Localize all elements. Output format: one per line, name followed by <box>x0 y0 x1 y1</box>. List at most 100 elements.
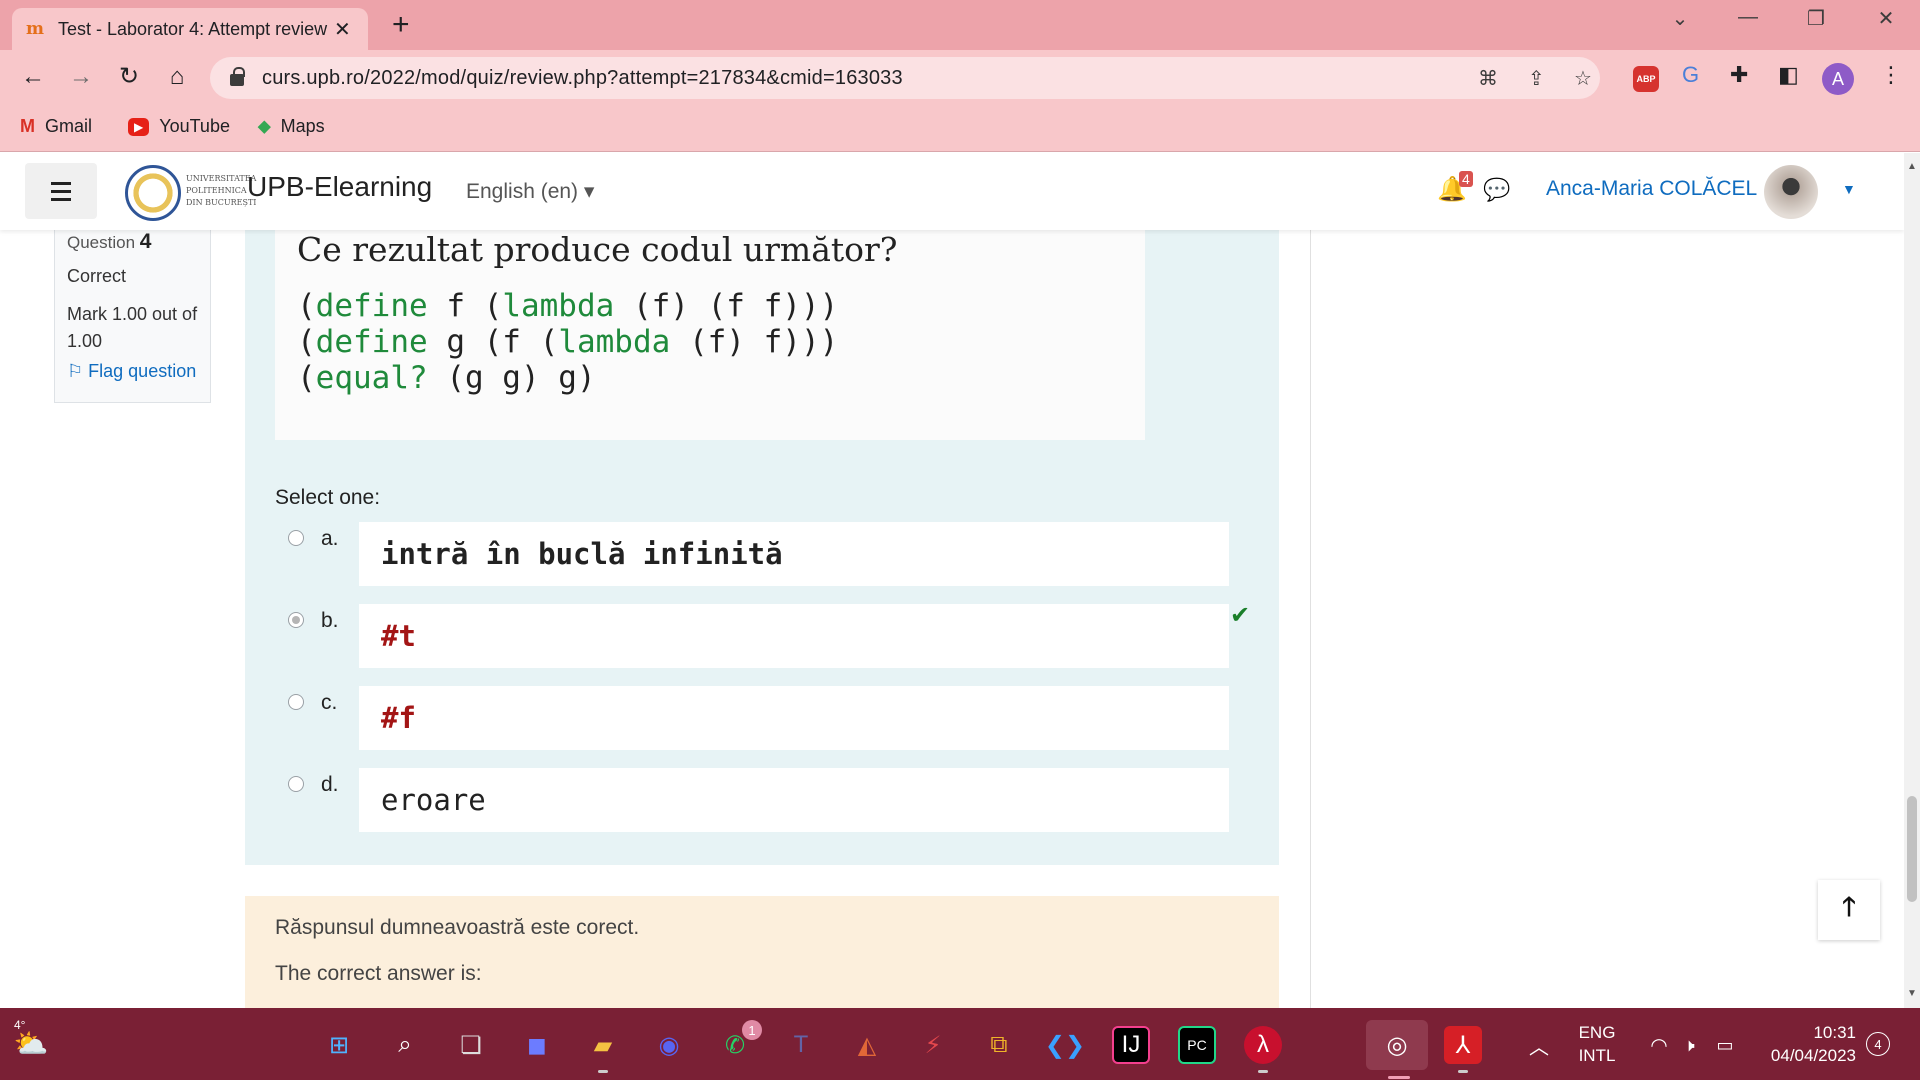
answer-text[interactable]: eroare <box>359 768 1229 832</box>
share-icon[interactable]: ⇪ <box>1528 66 1545 91</box>
task-view-icon[interactable]: ❏ <box>452 1026 490 1064</box>
answer-radio[interactable] <box>288 530 304 546</box>
home-button[interactable]: ⌂ <box>160 62 194 92</box>
answer-letter: d. <box>321 773 339 796</box>
answer-option-b[interactable]: b. #t <box>275 604 1229 670</box>
close-tab-icon[interactable]: ✕ <box>334 17 351 42</box>
matlab-icon[interactable]: ◭ <box>848 1026 886 1064</box>
answer-radio[interactable] <box>288 694 304 710</box>
tab-search-icon[interactable]: ⌄ <box>1660 6 1700 31</box>
bookmark-star-icon[interactable]: ☆ <box>1574 66 1592 91</box>
moodle-icon: m <box>26 19 44 39</box>
scroll-up-arrow-icon[interactable]: ▲ <box>1907 161 1917 172</box>
browser-tab[interactable]: m Test - Laborator 4: Attempt review ✕ <box>12 8 368 50</box>
discord-icon[interactable]: ◉ <box>650 1026 688 1064</box>
profile-avatar[interactable]: A <box>1822 63 1854 95</box>
battery-icon[interactable]: ▭ <box>1706 1026 1744 1064</box>
language-menu[interactable]: English ‎(en)‎ ▾ <box>466 179 594 204</box>
forward-button[interactable]: → <box>64 62 98 92</box>
vscode-icon[interactable]: ❮❯ <box>1045 1026 1085 1064</box>
chrome-icon[interactable]: ◎ <box>1366 1020 1428 1079</box>
feedback-panel: Răspunsul dumneavoastră este corect. The… <box>245 896 1279 1008</box>
answer-option-a[interactable]: a. intră în buclă infinită <box>275 522 1229 588</box>
tab-strip: m Test - Laborator 4: Attempt review ✕ +… <box>0 0 1920 50</box>
scrollbar-thumb[interactable] <box>1907 796 1917 902</box>
bookmark-maps[interactable]: ⬥ Maps <box>258 116 325 137</box>
running-indicator <box>1458 1070 1468 1073</box>
clock[interactable]: 10:31 04/04/2023 <box>1752 1021 1856 1067</box>
volume-muted-icon[interactable]: 🕨 <box>1670 1026 1708 1064</box>
caret-down-icon[interactable]: ▼ <box>1842 181 1856 197</box>
tab-title: Test - Laborator 4: Attempt review <box>58 18 328 39</box>
question-image: Ce rezultat produce codul următor? (defi… <box>275 230 1145 440</box>
racket-icon[interactable]: λ <box>1244 1026 1282 1073</box>
logo-text: UNIVERSITATEA POLITEHNICA DIN BUCUREȘTI <box>186 174 257 207</box>
reload-button[interactable]: ↻ <box>112 62 146 92</box>
acrobat-icon[interactable]: ⅄ <box>1444 1026 1482 1073</box>
file-explorer-icon[interactable]: ▰ <box>584 1026 622 1073</box>
google-translate-icon[interactable]: G <box>1682 62 1699 88</box>
minimize-button[interactable]: — <box>1728 6 1768 29</box>
intellij-icon[interactable]: IJ <box>1112 1026 1150 1064</box>
answer-radio[interactable] <box>288 776 304 792</box>
bookmark-label: Gmail <box>45 116 93 136</box>
page-scrollbar[interactable]: ▲ ▼ <box>1904 153 1920 1008</box>
arrow-up-icon: 🡑 <box>1842 891 1856 921</box>
address-bar[interactable]: curs.upb.ro/2022/mod/quiz/review.php?att… <box>210 57 1600 99</box>
translate-icon[interactable]: ⌘ <box>1478 66 1498 91</box>
side-panel-icon[interactable]: ◧ <box>1778 62 1799 88</box>
notification-center-badge[interactable]: 4 <box>1866 1032 1890 1056</box>
restore-button[interactable]: ❐ <box>1796 6 1836 31</box>
maps-pin-icon: ⬥ <box>258 116 271 136</box>
weather-temperature: 4° <box>14 1018 26 1032</box>
ms-teams-icon[interactable]: T <box>782 1026 820 1064</box>
logisim-icon[interactable]: ⚡ <box>914 1026 952 1064</box>
question-info-panel: Question 4 Correct Mark 1.00 out of 1.00… <box>54 230 211 403</box>
answer-option-c[interactable]: c. #f <box>275 686 1229 752</box>
search-icon[interactable]: ⌕ <box>386 1026 424 1064</box>
whatsapp-badge: 1 <box>742 1020 762 1040</box>
bookmark-gmail[interactable]: M Gmail <box>20 116 92 137</box>
close-window-button[interactable]: ✕ <box>1866 6 1906 31</box>
teams-chat-icon[interactable]: ◼ <box>518 1026 556 1064</box>
scroll-down-arrow-icon[interactable]: ▼ <box>1907 988 1917 999</box>
pycharm-icon[interactable]: PC <box>1178 1026 1216 1064</box>
question-grade: Mark 1.00 out of 1.00 <box>67 304 198 351</box>
whatsapp-icon[interactable]: ✆ 1 <box>716 1020 762 1064</box>
adblock-icon[interactable]: ABP <box>1633 66 1659 92</box>
caret-down-icon: ▾ <box>583 180 595 203</box>
upb-logo[interactable] <box>125 165 181 221</box>
url-text[interactable]: curs.upb.ro/2022/mod/quiz/review.php?att… <box>262 67 903 90</box>
start-windows-icon[interactable]: ⊞ <box>320 1026 358 1064</box>
active-indicator <box>1388 1076 1410 1079</box>
notification-count-badge: 4 <box>1459 171 1473 187</box>
diagram-app-icon[interactable]: ⧉ <box>980 1026 1018 1064</box>
answer-radio-selected[interactable] <box>288 612 304 628</box>
correct-check-icon: ✔ <box>1230 602 1251 629</box>
bookmark-label: Maps <box>280 116 325 136</box>
new-tab-button[interactable]: + <box>392 8 410 42</box>
answer-text[interactable]: #f <box>359 686 1229 750</box>
user-avatar[interactable] <box>1764 165 1818 219</box>
answer-letter: c. <box>321 691 338 714</box>
extensions-puzzle-icon[interactable]: ✚ <box>1730 62 1748 88</box>
answer-text[interactable]: intră în buclă infinită <box>359 522 1229 586</box>
drawer-toggle-button[interactable] <box>25 163 97 219</box>
flag-question-link[interactable]: ⚐ Flag question <box>67 361 198 382</box>
chevron-up-icon[interactable]: ︿ <box>1520 1026 1558 1064</box>
lock-icon[interactable] <box>230 67 245 86</box>
question-content: Ce rezultat produce codul următor? (defi… <box>245 230 1279 865</box>
answer-option-d[interactable]: d. eroare <box>275 768 1229 834</box>
answer-text[interactable]: #t <box>359 604 1229 668</box>
question-text: Ce rezultat produce codul următor? <box>297 230 898 269</box>
user-menu-name[interactable]: Anca-Maria COLĂCEL <box>1546 177 1757 201</box>
messages-icon[interactable]: 💬 <box>1483 177 1510 203</box>
back-button[interactable]: ← <box>16 62 50 92</box>
answer-letter: b. <box>321 609 339 632</box>
back-to-top-button[interactable]: 🡑 <box>1818 880 1880 940</box>
select-one-prompt: Select one: <box>275 486 381 509</box>
menu-kebab-icon[interactable]: ⋮ <box>1880 62 1902 88</box>
bookmark-youtube[interactable]: ▶ YouTube <box>128 116 230 137</box>
site-name[interactable]: UPB-Elearning <box>247 171 432 203</box>
input-language-indicator[interactable]: ENG INTL <box>1572 1021 1622 1067</box>
